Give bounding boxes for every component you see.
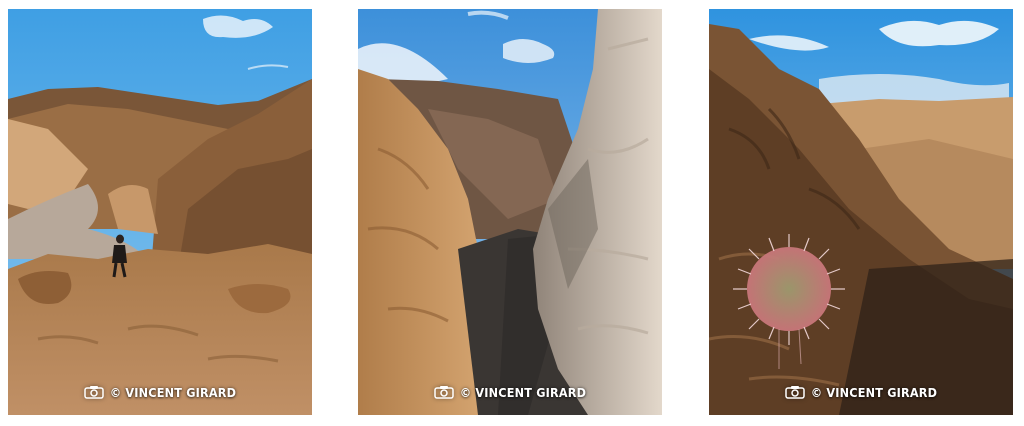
photo-credit: © VINCENT GIRARD	[709, 384, 1013, 400]
gallery-photo-1[interactable]: © VINCENT GIRARD	[8, 9, 312, 415]
photo-desert-valley-hiker	[8, 9, 312, 415]
gallery-photo-3[interactable]: © VINCENT GIRARD	[709, 9, 1013, 415]
photo-marble-canyon	[358, 9, 662, 415]
camera-icon	[84, 385, 104, 399]
gallery-photo-2[interactable]: © VINCENT GIRARD	[358, 9, 662, 415]
photo-credit-text: © VINCENT GIRARD	[810, 384, 938, 400]
photo-gallery: © VINCENT GIRARD © VINCENT GIRARD © VINC…	[0, 0, 1024, 426]
camera-icon	[434, 385, 454, 399]
photo-credit: © VINCENT GIRARD	[358, 384, 662, 400]
camera-icon	[785, 385, 805, 399]
photo-credit-text: © VINCENT GIRARD	[459, 384, 587, 400]
photo-credit: © VINCENT GIRARD	[8, 384, 312, 400]
photo-credit-text: © VINCENT GIRARD	[109, 384, 237, 400]
photo-barrel-cactus-slope	[709, 9, 1013, 415]
